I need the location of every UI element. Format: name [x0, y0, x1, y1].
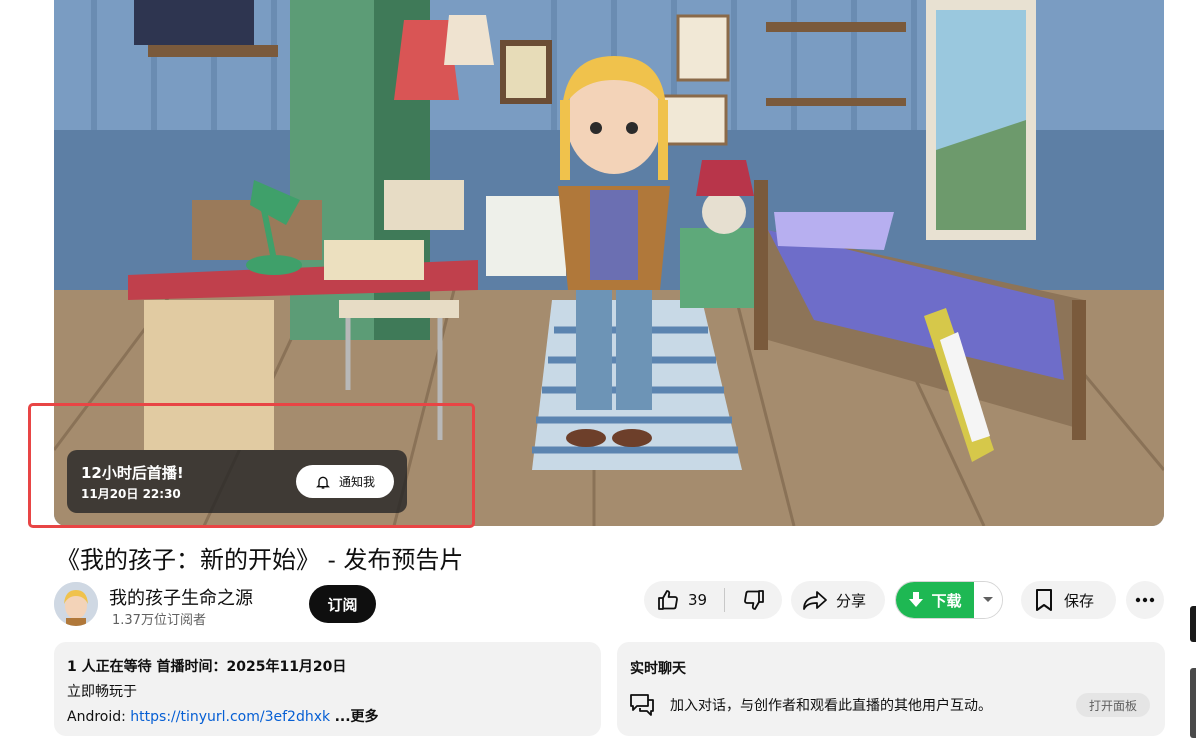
- save-label: 保存: [1064, 591, 1095, 610]
- description-link[interactable]: https://tinyurl.com/3ef2dhxk: [130, 709, 330, 725]
- share-arrow-icon: [803, 591, 827, 610]
- notify-me-label: 通知我: [338, 475, 375, 489]
- caret-down-icon: [983, 597, 993, 602]
- download-arrow-icon: [909, 592, 924, 607]
- chat-bubble-icon: [630, 694, 654, 716]
- premiere-countdown-card: 12小时后首播! 11月20日 22:30 通知我: [67, 450, 407, 513]
- video-thumbnail: [54, 0, 1164, 526]
- edge-partial-element: [1190, 606, 1196, 642]
- live-chat-prompt: 加入对话，与创作者和观看此直播的其他用户互动。: [670, 698, 992, 714]
- share-label: 分享: [836, 591, 867, 610]
- download-button[interactable]: 下载: [896, 582, 974, 618]
- open-panel-button[interactable]: 打开面板: [1076, 693, 1150, 717]
- download-group: 下载: [895, 581, 1003, 619]
- description-box[interactable]: 1 人正在等待 首播时间：2025年11月20日 立即畅玩于 Android: …: [54, 642, 601, 736]
- description-line: 立即畅玩于: [67, 684, 137, 700]
- show-more-link[interactable]: ...更多: [335, 709, 379, 725]
- like-dislike-group: 39: [644, 581, 782, 619]
- thumbs-up-icon: [658, 590, 678, 610]
- subscriber-count: 1.37万位订阅者: [112, 613, 206, 628]
- more-horizontal-icon: [1135, 597, 1155, 603]
- description-link-prefix: Android:: [67, 709, 131, 725]
- share-button[interactable]: 分享: [791, 581, 885, 619]
- premiere-datetime: 11月20日 22:30: [81, 487, 181, 501]
- more-actions-button[interactable]: [1126, 581, 1164, 619]
- edge-partial-thumbnail: [1190, 668, 1196, 738]
- live-chat-box: 实时聊天 加入对话，与创作者和观看此直播的其他用户互动。 打开面板: [617, 642, 1165, 736]
- video-title: 《我的孩子：新的开始》 - 发布预告片: [56, 546, 464, 574]
- like-button[interactable]: 39: [644, 581, 724, 619]
- download-options-dropdown[interactable]: [974, 582, 1002, 618]
- dislike-button[interactable]: [725, 581, 782, 619]
- bookmark-icon: [1036, 589, 1052, 611]
- thumbs-down-icon: [743, 590, 764, 610]
- notify-me-button[interactable]: 通知我: [296, 465, 394, 498]
- bell-icon: [316, 476, 330, 489]
- live-chat-title: 实时聊天: [630, 661, 686, 677]
- channel-name[interactable]: 我的孩子生命之源: [109, 584, 253, 610]
- like-count: 39: [688, 591, 708, 609]
- channel-avatar[interactable]: [54, 582, 98, 626]
- download-label: 下载: [931, 591, 962, 610]
- subscribe-button[interactable]: 订阅: [309, 585, 376, 623]
- description-link-line: Android: https://tinyurl.com/3ef2dhxk ..…: [67, 706, 588, 726]
- save-button[interactable]: 保存: [1021, 581, 1116, 619]
- video-player[interactable]: [54, 0, 1164, 526]
- description-meta: 1 人正在等待 首播时间：2025年11月20日: [67, 659, 347, 675]
- premiere-countdown-text: 12小时后首播!: [81, 464, 184, 482]
